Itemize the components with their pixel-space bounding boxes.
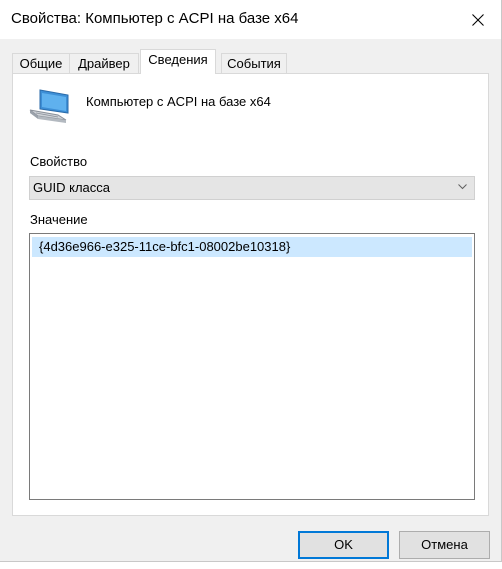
property-label: Свойство [30, 154, 88, 169]
device-name: Компьютер с ACPI на базе x64 [86, 94, 271, 109]
close-icon [472, 13, 484, 26]
value-label: Значение [30, 212, 88, 227]
property-selected-value: GUID класса [33, 180, 110, 195]
properties-dialog: Свойства: Компьютер с ACPI на базе x64 О… [0, 0, 502, 562]
window-title: Свойства: Компьютер с ACPI на базе x64 [11, 10, 299, 27]
ok-button[interactable]: OK [298, 531, 389, 559]
chevron-down-icon [458, 184, 467, 190]
list-item[interactable]: {4d36e966-e325-11ce-bfc1-08002be10318} [32, 237, 472, 257]
title-bar: Свойства: Компьютер с ACPI на базе x64 [0, 0, 501, 39]
value-list[interactable]: {4d36e966-e325-11ce-bfc1-08002be10318} [29, 233, 475, 500]
tab-driver[interactable]: Драйвер [69, 53, 139, 73]
cancel-button[interactable]: Отмена [399, 531, 490, 559]
tab-events[interactable]: События [221, 53, 287, 73]
close-button[interactable] [455, 0, 501, 39]
tab-general[interactable]: Общие [12, 53, 70, 73]
computer-icon [29, 89, 69, 123]
tab-details[interactable]: Сведения [140, 49, 216, 74]
property-dropdown[interactable]: GUID класса [29, 176, 475, 200]
